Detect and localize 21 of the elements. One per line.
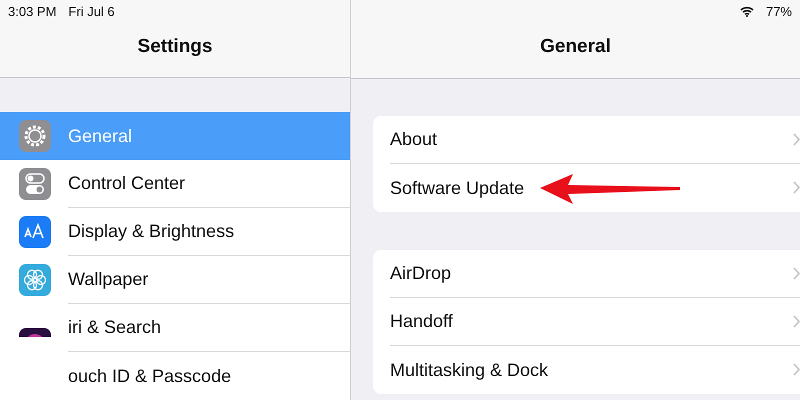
settings-row[interactable]: AirDrop [390,263,452,284]
settings-row[interactable]: Multitasking & Dock [390,360,548,380]
settings-row[interactable]: About [390,129,438,150]
settings-row[interactable]: Software Update [390,178,524,198]
chevron-icon [793,267,800,280]
status-date: Fri Jul 6 [68,4,115,18]
chevron-icon [793,133,800,146]
detail-title: General [540,36,611,58]
wifi-icon [740,6,754,16]
sidebar-title: Settings [138,36,212,58]
status-time: 3:03 PM [8,4,56,18]
settings-row[interactable]: Handoff [390,311,453,332]
siri-icon [19,328,51,336]
chevron-icon [793,363,800,376]
chevron-icon [793,181,800,194]
battery-percent: 77% [766,4,792,18]
chevron-icon [793,315,800,328]
flower-icon [19,264,51,296]
text-size-icon [19,216,51,248]
gear-icon [19,120,51,152]
toggles-icon [19,168,51,200]
